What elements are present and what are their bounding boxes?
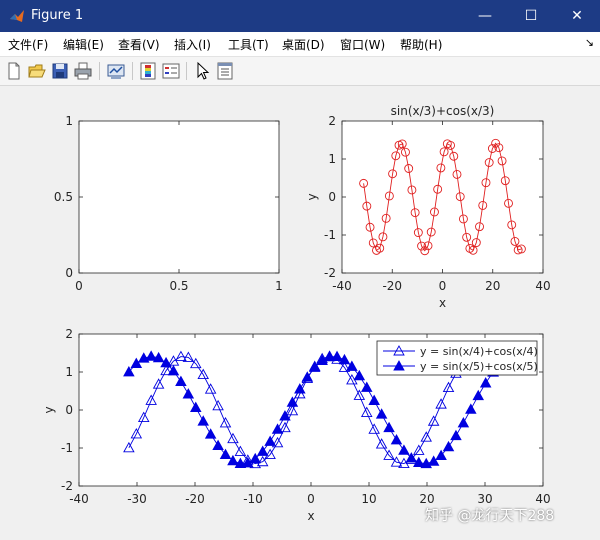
- y-tick-label: -2: [61, 479, 73, 493]
- x-axis-label: x: [307, 509, 314, 523]
- minimize-button[interactable]: —: [462, 0, 508, 32]
- menu-file[interactable]: 文件(F): [8, 36, 48, 53]
- link-plot-icon[interactable]: [106, 61, 126, 81]
- edit-plot-cursor-icon[interactable]: [193, 61, 213, 81]
- insert-colorbar-icon[interactable]: [138, 61, 158, 81]
- x-tick-label: 20: [485, 279, 500, 293]
- x-tick-label: 0: [307, 492, 315, 506]
- x-tick-label: -20: [185, 492, 205, 506]
- x-tick-label: 1: [275, 279, 283, 293]
- menu-help[interactable]: 帮助(H): [400, 36, 442, 53]
- menu-insert[interactable]: 插入(I): [174, 36, 211, 53]
- x-tick-label: -40: [69, 492, 89, 506]
- insert-legend-icon[interactable]: [161, 61, 181, 81]
- dock-figure-icon[interactable]: ↘: [585, 36, 594, 49]
- menu-edit[interactable]: 编辑(E): [63, 36, 104, 53]
- matlab-logo-icon: [10, 10, 24, 22]
- x-tick-label: -10: [243, 492, 263, 506]
- title-bar[interactable]: Figure 1 — ☐ ✕: [0, 0, 600, 32]
- property-inspector-icon[interactable]: [215, 61, 235, 81]
- x-tick-label: -20: [382, 279, 402, 293]
- x-tick-label: 40: [535, 492, 550, 506]
- new-figure-icon[interactable]: [4, 61, 24, 81]
- chart-title: sin(x/3)+cos(x/3): [391, 104, 495, 118]
- legend-entry: y = sin(x/4)+cos(x/4): [420, 345, 538, 358]
- toolbar: [0, 57, 600, 86]
- y-axis-label: y: [305, 193, 319, 200]
- maximize-button[interactable]: ☐: [508, 0, 554, 32]
- y-tick-label: 1: [65, 365, 73, 379]
- save-icon[interactable]: [50, 61, 70, 81]
- toolbar-separator: [186, 62, 187, 80]
- menu-bar: 文件(F) 编辑(E) 查看(V) 插入(I) 工具(T) 桌面(D) 窗口(W…: [0, 32, 600, 57]
- y-tick-label: -1: [324, 228, 336, 242]
- x-tick-label: 10: [361, 492, 376, 506]
- x-tick-label: -30: [127, 492, 147, 506]
- menu-window[interactable]: 窗口(W): [340, 36, 385, 53]
- x-tick-label: 0: [75, 279, 83, 293]
- x-axis-label: x: [439, 296, 446, 310]
- close-button[interactable]: ✕: [554, 0, 600, 32]
- figure-canvas[interactable]: 0 0.5 1 0 0.5 1 -40 -20 0 20 40 -2 -1 0 1 2 sin(x/3)+cos…: [0, 86, 600, 537]
- open-file-icon[interactable]: [27, 61, 47, 81]
- toolbar-separator: [132, 62, 133, 80]
- window-title: Figure 1: [31, 8, 84, 23]
- y-tick-label: 0: [65, 403, 73, 417]
- menu-tools[interactable]: 工具(T): [228, 36, 269, 53]
- x-tick-label: 40: [535, 279, 550, 293]
- y-tick-label: -1: [61, 441, 73, 455]
- y-axis-label: y: [42, 406, 56, 413]
- watermark: 知乎 @龙行天下288: [425, 508, 555, 524]
- y-tick-label: 2: [328, 114, 336, 128]
- menu-desktop[interactable]: 桌面(D): [282, 36, 325, 53]
- y-tick-label: 0: [65, 266, 73, 280]
- y-tick-label: -2: [324, 266, 336, 280]
- toolbar-separator: [99, 62, 100, 80]
- menu-view[interactable]: 查看(V): [118, 36, 160, 53]
- y-tick-label: 0: [328, 190, 336, 204]
- y-tick-label: 1: [65, 114, 73, 128]
- x-tick-label: -40: [332, 279, 352, 293]
- figure-window: Figure 1 — ☐ ✕ 文件(F) 编辑(E) 查看(V) 插入(I) 工…: [0, 0, 600, 537]
- y-tick-label: 0.5: [54, 190, 73, 204]
- x-tick-label: 30: [477, 492, 492, 506]
- x-tick-label: 20: [419, 492, 434, 506]
- x-tick-label: 0: [439, 279, 447, 293]
- plot-area-empty-axes: [78, 120, 280, 274]
- y-tick-label: 2: [65, 327, 73, 341]
- figure-plots[interactable]: 0 0.5 100.51-40 -20 0 20 40-2-1012sin(x/3)+cos…: [0, 86, 600, 537]
- print-icon[interactable]: [73, 61, 93, 81]
- legend-entry: y = sin(x/5)+cos(x/5): [420, 360, 538, 373]
- x-tick-label: 0.5: [169, 279, 188, 293]
- y-tick-label: 1: [328, 152, 336, 166]
